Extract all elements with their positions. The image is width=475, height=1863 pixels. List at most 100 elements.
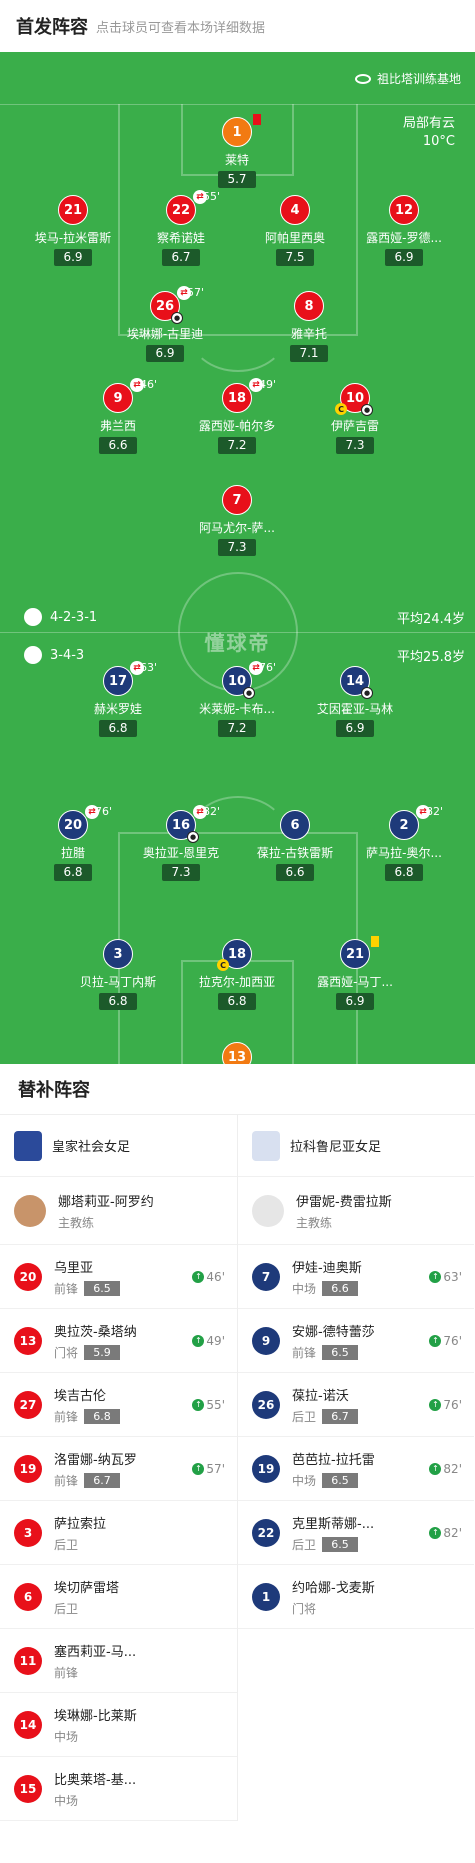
- away-player-14[interactable]: 14 ● 艾因霍亚-马林 6.9: [300, 666, 410, 737]
- sub-player-row[interactable]: 15 比奥莱塔-基... 中场: [0, 1757, 237, 1821]
- sub-time: 57': [187, 286, 205, 299]
- home-player-22[interactable]: 22 ⇄ 55' 察希诺娃 6.7: [126, 190, 236, 266]
- sub-player-row[interactable]: 20 乌里亚 前锋 6.5 ↑ 46': [0, 1245, 237, 1309]
- home-player-9[interactable]: 9 ⇄ 46' 弗兰西 6.6: [63, 378, 173, 454]
- player-number: 1: [222, 114, 261, 147]
- player-rating: 6.7: [84, 1472, 121, 1488]
- away-player-10[interactable]: 10 ⇄ 76' ● 米莱妮-卡布... 7.2: [182, 661, 292, 737]
- player-number: 22 ⇄ 55': [166, 190, 220, 225]
- sub-player-row[interactable]: 1 约哈娜-戈麦斯 门将: [238, 1565, 474, 1629]
- player-rating: 6.7: [162, 249, 200, 266]
- sub-player-row[interactable]: 9 安娜-德特蕾莎 前锋 6.5 ↑ 76': [238, 1309, 474, 1373]
- sub-player-row[interactable]: 22 克里斯蒂娜-... 后卫 6.5 ↑ 82': [238, 1501, 474, 1565]
- away-player-18[interactable]: 18 C 拉克尔-加西亚 6.8: [182, 939, 292, 1010]
- home-player-8[interactable]: 8 雅辛托 7.1: [254, 291, 364, 362]
- player-number: 21: [340, 936, 379, 969]
- away-player-6[interactable]: 6 葆拉-古铁雷斯 6.6: [240, 810, 350, 881]
- sub-player-row[interactable]: 6 埃切萨雷塔 后卫: [0, 1565, 237, 1629]
- player-number: 13: [222, 1042, 252, 1064]
- home-player-10[interactable]: 10 ● C 伊萨吉雷 7.3: [300, 383, 410, 454]
- sub-player-row[interactable]: 3 萨拉索拉 后卫: [0, 1501, 237, 1565]
- sub-on-icon: ↑: [429, 1526, 442, 1539]
- away-player-13[interactable]: 13伊内斯-佩雷拉★7.9: [182, 1042, 292, 1064]
- player-rating: 6.8: [99, 720, 137, 737]
- red-card-icon: [253, 114, 261, 125]
- home-player-1[interactable]: 1 莱特 5.7: [182, 114, 292, 188]
- sub-on-icon: ↑: [192, 1462, 205, 1475]
- player-name: 葆拉-诺沃: [292, 1388, 349, 1404]
- captain-icon: C: [217, 959, 229, 971]
- away-player-17[interactable]: 17 ⇄ 63' 赫米罗娃 6.8: [63, 661, 173, 737]
- player-name: 比奥莱塔-基...: [54, 1772, 137, 1788]
- player-rating: 7.1: [290, 345, 328, 362]
- player-name: 埃切萨雷塔: [54, 1580, 120, 1596]
- page-subtitle: 点击球员可查看本场详细数据: [96, 20, 266, 36]
- player-rating: 5.9: [84, 1344, 121, 1360]
- player-rating: 6.6: [276, 864, 314, 881]
- player-number: 20: [14, 1262, 42, 1291]
- player-rating: 6.9: [385, 249, 423, 266]
- player-name: 伊娃-迪奥斯: [292, 1260, 362, 1276]
- player-rating: 6.5: [322, 1472, 359, 1488]
- player-name: 露西娅-帕尔多: [198, 419, 276, 433]
- player-rating: 6.9: [336, 993, 374, 1010]
- home-player-18[interactable]: 18 ⇄ 49' 露西娅-帕尔多 7.2: [182, 378, 292, 454]
- player-position: 门将: [54, 1345, 79, 1360]
- home-player-7[interactable]: 7 阿马尤尔-萨... 7.3: [182, 485, 292, 556]
- sub-on-time: ↑ 55': [192, 1398, 225, 1412]
- player-name: 埃琳娜-比莱斯: [54, 1708, 137, 1724]
- sub-player-row[interactable]: 26 葆拉-诺沃 后卫 6.7 ↑ 76': [238, 1373, 474, 1437]
- sub-player-row[interactable]: 27 埃吉古伦 前锋 6.8 ↑ 55': [0, 1373, 237, 1437]
- player-rating: 6.5: [322, 1536, 359, 1552]
- sub-time: 76': [259, 661, 277, 674]
- avatar: [14, 1194, 46, 1227]
- away-player-21[interactable]: 21 露西娅-马丁... 6.9: [300, 936, 410, 1010]
- player-number: 14 ●: [340, 666, 373, 699]
- away-team-header[interactable]: 拉科鲁尼亚女足: [238, 1115, 474, 1177]
- home-team-header[interactable]: 皇家社会女足: [0, 1115, 237, 1177]
- sub-player-row[interactable]: 7 伊娃-迪奥斯 中场 6.6 ↑ 63': [238, 1245, 474, 1309]
- stadium-icon: [354, 73, 371, 84]
- sub-time: 76': [95, 805, 113, 818]
- home-subs-column: 皇家社会女足 娜塔莉亚-阿罗约 主教练 20 乌里亚 前锋 6.5 ↑ 46' 13 奥拉茨-桑…: [0, 1115, 237, 1821]
- player-position: 门将: [292, 1601, 317, 1616]
- player-number: 22: [252, 1518, 280, 1547]
- player-position: 前锋: [54, 1473, 79, 1488]
- away-coach[interactable]: 伊雷妮-费雷拉斯 主教练: [238, 1177, 474, 1245]
- player-number: 26 ⇄ 57' ●: [150, 286, 204, 324]
- away-player-16[interactable]: 16 ⇄ 82' ● 奥拉亚-恩里克 7.3: [126, 805, 236, 881]
- player-name: 埃吉古伦: [54, 1388, 107, 1404]
- coach-role: 主教练: [58, 1215, 95, 1230]
- player-number: 6: [280, 810, 310, 840]
- subs-title: 替补阵容: [18, 1080, 90, 1101]
- player-rating: 6.6: [322, 1280, 359, 1296]
- player-number: 18 C: [217, 939, 252, 971]
- player-rating: 6.5: [322, 1344, 359, 1360]
- sub-player-row[interactable]: 14 埃琳娜-比莱斯 中场: [0, 1693, 237, 1757]
- sub-player-row[interactable]: 19 洛雷娜-纳瓦罗 前锋 6.7 ↑ 57': [0, 1437, 237, 1501]
- sub-player-row[interactable]: 13 奥拉茨-桑塔纳 门将 5.9 ↑ 49': [0, 1309, 237, 1373]
- player-name: 拉克尔-加西亚: [198, 975, 276, 989]
- player-position: 后卫: [292, 1409, 317, 1424]
- away-player-2[interactable]: 2 ⇄ 82' 萨马拉-奥尔... 6.8: [349, 805, 459, 881]
- player-name: 克里斯蒂娜-...: [292, 1516, 375, 1532]
- player-name: 雅辛托: [290, 327, 327, 341]
- home-coach[interactable]: 娜塔莉亚-阿罗约 主教练: [0, 1177, 237, 1245]
- player-name: 赫米罗娃: [93, 702, 142, 716]
- sub-player-row[interactable]: 11 塞西莉亚-马... 前锋: [0, 1629, 237, 1693]
- home-player-4[interactable]: 4 阿帕里西奥 7.5: [240, 195, 350, 266]
- sub-on-time: ↑ 82': [429, 1526, 462, 1540]
- sub-on-time: ↑ 63': [429, 1270, 462, 1284]
- player-number: 18 ⇄ 49': [222, 378, 276, 413]
- away-player-20[interactable]: 20 ⇄ 76' 拉腊 6.8: [18, 805, 128, 881]
- player-number: 3: [14, 1518, 42, 1547]
- home-player-26[interactable]: 26 ⇄ 57' ● 埃琳娜-古里迪 6.9: [110, 286, 220, 362]
- sub-time: 49': [259, 378, 277, 391]
- header: 首发阵容 点击球员可查看本场详细数据: [0, 0, 475, 52]
- away-team-name: 拉科鲁尼亚女足: [290, 1140, 382, 1155]
- player-rating: 7.5: [276, 249, 314, 266]
- home-player-12[interactable]: 12 露西娅-罗德... 6.9: [349, 195, 459, 266]
- away-player-3[interactable]: 3 贝拉-马丁内斯 6.8: [63, 939, 173, 1010]
- sub-player-row[interactable]: 19 芭芭拉-拉托雷 中场 6.5 ↑ 82': [238, 1437, 474, 1501]
- home-player-21[interactable]: 21 埃马-拉米雷斯 6.9: [18, 195, 128, 266]
